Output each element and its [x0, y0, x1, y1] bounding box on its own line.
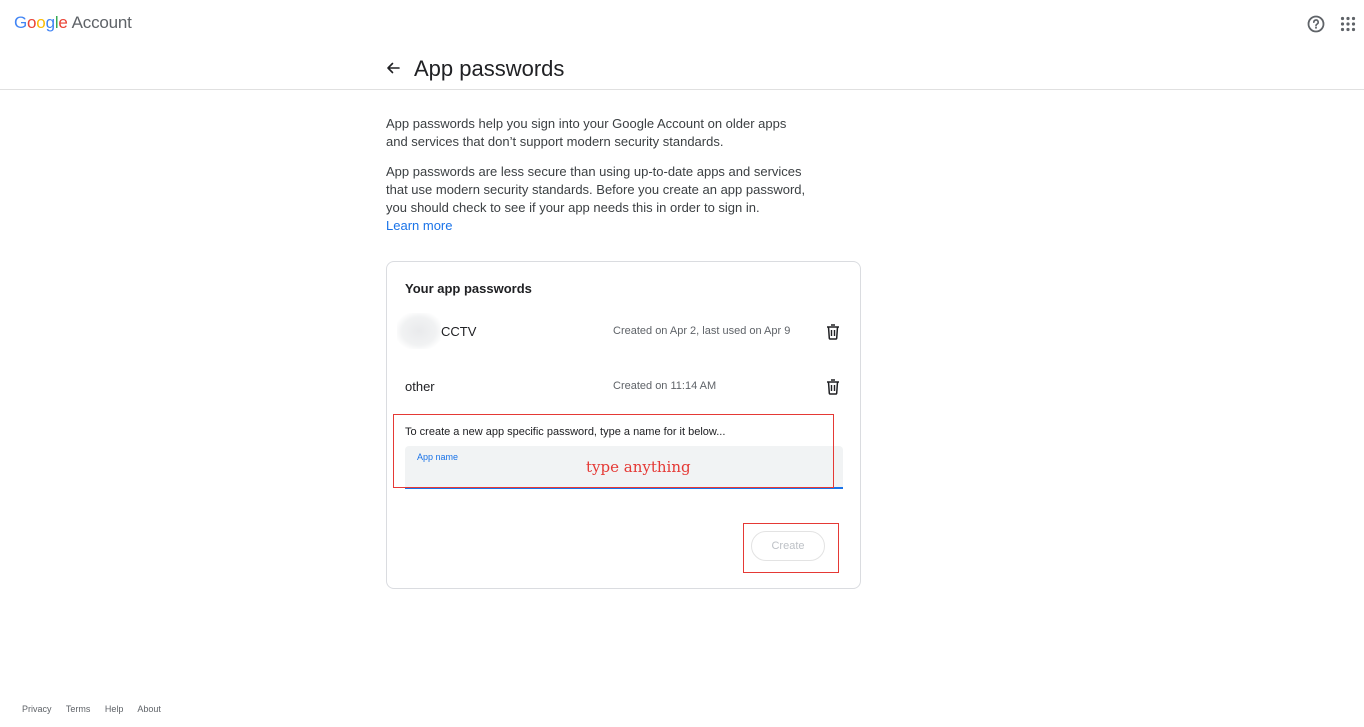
logo-letter: e: [58, 13, 68, 32]
app-name-label: App name: [417, 452, 459, 462]
logo-letter: g: [45, 13, 55, 32]
intro-paragraph: App passwords are less secure than using…: [386, 163, 806, 235]
learn-more-link[interactable]: Learn more: [386, 218, 452, 233]
annotation-text: type anything: [586, 458, 691, 476]
password-name: other: [405, 379, 435, 394]
password-meta: Created on 11:14 AM: [613, 380, 717, 392]
password-meta: Created on Apr 2, last used on Apr 9: [613, 325, 791, 337]
footer-link-about[interactable]: About: [137, 704, 161, 714]
footer-link-terms[interactable]: Terms: [66, 704, 91, 714]
create-button[interactable]: Create: [751, 531, 825, 561]
google-account-logo[interactable]: Google Account: [14, 13, 132, 33]
intro-paragraph-text: App passwords are less secure than using…: [386, 164, 806, 215]
card-title: Your app passwords: [405, 281, 532, 296]
footer: Privacy Terms Help About: [22, 704, 173, 714]
intro-paragraph: App passwords help you sign into your Go…: [386, 116, 787, 149]
create-hint: To create a new app specific password, t…: [405, 426, 726, 438]
top-bar: Google Account: [0, 0, 1364, 48]
trash-icon[interactable]: [825, 323, 841, 341]
logo-letter: o: [36, 13, 46, 32]
arrow-back-icon[interactable]: [383, 58, 403, 78]
page-title: App passwords: [414, 56, 565, 81]
redacted-icon: [397, 313, 441, 349]
password-name: CCTV: [441, 324, 477, 339]
intro-text: App passwords help you sign into your Go…: [386, 115, 806, 235]
help-icon[interactable]: [1306, 14, 1326, 34]
footer-link-privacy[interactable]: Privacy: [22, 704, 52, 714]
page-header: App passwords: [0, 48, 1364, 90]
trash-icon[interactable]: [825, 378, 841, 396]
password-row: other Created on 11:14 AM: [405, 376, 845, 400]
footer-link-help[interactable]: Help: [105, 704, 124, 714]
logo-letter: o: [27, 13, 37, 32]
logo-letter: G: [14, 13, 28, 32]
apps-grid-icon[interactable]: [1340, 16, 1356, 32]
password-row: CCTV Created on Apr 2, last used on Apr …: [397, 313, 845, 349]
app-passwords-card: Your app passwords CCTV Created on Apr 2…: [386, 261, 861, 589]
logo-account-label: Account: [71, 13, 132, 32]
